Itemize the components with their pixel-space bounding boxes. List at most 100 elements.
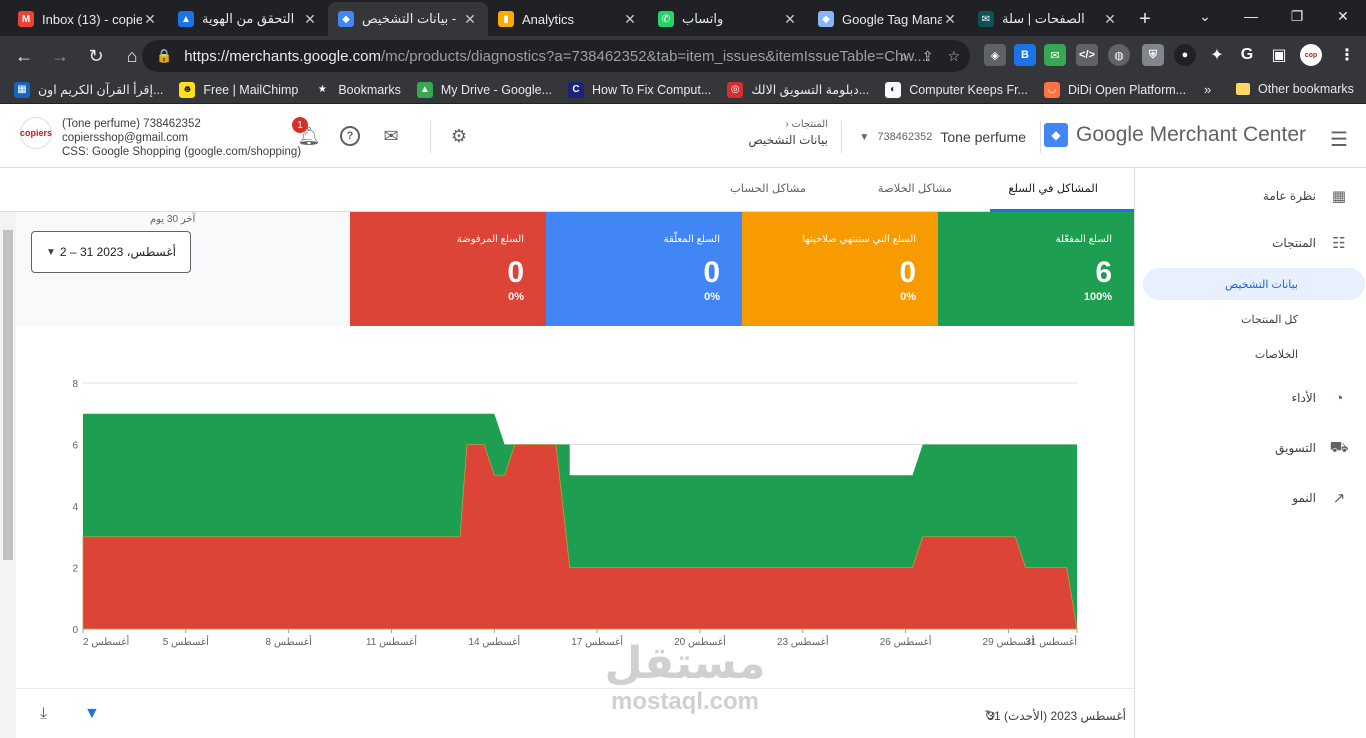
sidebar-item-performance[interactable]: الأداء ◔ — [1292, 389, 1349, 407]
browser-tab[interactable]: ▮ Analytics ✕ — [488, 2, 648, 36]
bookmark-item[interactable]: ◡ DiDi Open Platform... — [1044, 81, 1186, 98]
sidebar-item-feeds[interactable]: الخلاصات — [1255, 348, 1298, 361]
google-icon[interactable]: G — [1236, 44, 1258, 66]
close-tab-icon[interactable]: ✕ — [622, 11, 638, 28]
product-name: Google Merchant Center — [1076, 123, 1306, 146]
puzzle-icon[interactable]: ✦ — [1206, 44, 1228, 66]
bookmark-item[interactable]: ★ Bookmarks — [314, 81, 401, 98]
browser-tab[interactable]: ▲ التحقق من الهوية ✕ — [168, 2, 328, 36]
close-tab-icon[interactable]: ✕ — [142, 11, 158, 28]
bookmark-favicon-icon: ◎ — [727, 81, 744, 98]
bookmark-item[interactable]: ☻ Free | MailChimp — [179, 81, 298, 98]
extension-icon[interactable]: ✉ — [1044, 44, 1066, 66]
download-icon[interactable]: ⤓ — [40, 705, 47, 723]
account-switcher[interactable]: ▼ 738462352 Tone perfume — [859, 129, 1026, 145]
bookmark-star-icon[interactable]: ☆ — [947, 48, 960, 65]
reload-icon[interactable]: ↻ — [80, 40, 112, 72]
browser-tab[interactable]: ◆ Google Tag Mana ✕ — [808, 2, 968, 36]
new-tab-button[interactable]: + — [1128, 2, 1162, 36]
breadcrumb-arrow-icon: › — [785, 119, 789, 130]
lock-icon[interactable]: 🔒 — [156, 48, 172, 64]
sidebar-item-overview[interactable]: نظرة عامة ▦ — [1263, 187, 1348, 205]
bookmark-item[interactable]: ◐ Computer Keeps Fr... — [885, 81, 1028, 98]
x-tick-label: 2 أغسطس — [83, 635, 129, 648]
card-value: 0 — [703, 256, 720, 289]
sidebar-item-products[interactable]: المنتجات ☷ — [1272, 234, 1348, 252]
close-tab-icon[interactable]: ✕ — [302, 11, 318, 28]
browser-tab[interactable]: ✆ واتساب ✕ — [648, 2, 808, 36]
extension-icon[interactable]: ◈ — [984, 44, 1006, 66]
merchant-info[interactable]: copiers (Tone perfume) 738462352 copiers… — [20, 117, 301, 159]
minimize-button[interactable]: — — [1228, 0, 1274, 32]
help-icon[interactable]: ? — [340, 126, 360, 146]
notifications-bell-icon[interactable]: 🔔︎ 1 — [292, 117, 322, 149]
bookmark-item[interactable]: ◎ دبلومة التسويق الالك... — [727, 81, 869, 98]
card-value: 0 — [507, 256, 524, 289]
summary-card-expiring[interactable]: السلع التي ستنتهي صلاحيتها 0 0% — [742, 212, 938, 326]
item-status-chart: 0 2 4 6 8 2 أغسطس 5 أغسطس 8 أغسطس 11 أغسطس 14 أغس… — [72, 379, 1078, 648]
summary-card-active[interactable]: السلع المفعّلة 6 100% — [938, 212, 1134, 326]
summary-card-disapproved[interactable]: السلع المرفوضة 0 0% — [350, 212, 546, 326]
tab-item-issues[interactable]: المشاكل في السلع — [1008, 181, 1098, 195]
settings-gear-icon[interactable]: ⚙ — [446, 123, 472, 149]
other-bookmarks[interactable]: Other bookmarks — [1236, 82, 1354, 96]
trending-up-icon: ↗ — [1332, 490, 1346, 507]
close-tab-icon[interactable]: ✕ — [462, 11, 478, 28]
chevron-down-icon: ▼ — [859, 131, 870, 143]
bookmark-favicon-icon: ☻ — [179, 81, 196, 98]
zoom-icon[interactable]: ⌕ — [900, 48, 908, 65]
extension-icon[interactable]: </> — [1076, 44, 1098, 66]
address-bar[interactable]: 🔒 https://merchants.google.com/mc/produc… — [142, 40, 970, 72]
browser-tab-title: Inbox (13) - copie — [42, 11, 142, 27]
sidebar-item-all-products[interactable]: كل المنتجات — [1241, 313, 1298, 326]
browser-tab[interactable]: M Inbox (13) - copie ✕ — [8, 2, 168, 36]
dropdown-arrow-icon: ▼ — [46, 246, 56, 258]
breadcrumb-parent[interactable]: المنتجات — [791, 119, 828, 130]
browser-tab[interactable]: ✉ الصفحات | سلة ✕ — [968, 2, 1128, 36]
tab-feed-issues[interactable]: مشاكل الخلاصة — [878, 181, 952, 195]
sidebar-item-growth[interactable]: النمو ↗ — [1292, 489, 1348, 507]
close-tab-icon[interactable]: ✕ — [942, 11, 958, 28]
tab-search-icon[interactable]: ⌄ — [1182, 0, 1228, 32]
summary-card-pending[interactable]: السلع المعلّقة 0 0% — [546, 212, 742, 326]
date-range-picker[interactable]: ▼ 2 – 31 أغسطس، 2023 — [31, 231, 191, 273]
close-tab-icon[interactable]: ✕ — [782, 11, 798, 28]
menu-dots-icon[interactable]: ⋮ — [1336, 44, 1358, 66]
restore-button[interactable]: ❐ — [1274, 0, 1320, 32]
sidepanel-icon[interactable]: ▣ — [1268, 44, 1290, 66]
sidebar-item-diagnostics[interactable]: بيانات التشخيص — [1225, 278, 1298, 291]
bookmark-favicon-icon: ▦ — [14, 81, 30, 98]
bookmark-item[interactable]: ▲ My Drive - Google... — [416, 81, 552, 98]
merchant-email: copiersshop@gmail.com — [62, 132, 189, 144]
forward-icon[interactable]: → — [44, 40, 76, 72]
card-label: السلع المعلّقة — [663, 234, 720, 245]
back-icon[interactable]: ← — [8, 40, 40, 72]
share-icon[interactable]: ⇪ — [922, 48, 934, 65]
card-value: 0 — [899, 256, 916, 289]
browser-toolbar: ← → ↻ ⌂ 🔒 https://merchants.google.com/m… — [0, 36, 1366, 76]
tab-account-issues[interactable]: مشاكل الحساب — [730, 181, 806, 195]
bookmarks-overflow[interactable]: » — [1204, 82, 1211, 97]
extension-icon[interactable]: ● — [1174, 44, 1196, 66]
card-label: السلع التي ستنتهي صلاحيتها — [802, 234, 916, 245]
scrollbar-thumb[interactable] — [3, 230, 13, 560]
sidebar-item-marketing[interactable]: التسويق ⛟ — [1275, 439, 1348, 457]
x-tick-label: 11 أغسطس — [366, 635, 417, 648]
merchant-logo: copiers — [20, 117, 52, 149]
browser-tab[interactable]: ◆ بيانات التشخيص - ✕ — [328, 2, 488, 36]
extension-icon[interactable]: ◍ — [1108, 44, 1130, 66]
bookmark-favicon-icon: ◐ — [885, 81, 902, 98]
filter-icon[interactable]: ▼ — [84, 705, 100, 723]
bookmark-item[interactable]: ▦ إقرأ القرآن الكريم اون... — [14, 81, 163, 98]
mail-icon[interactable]: ✉ — [378, 123, 404, 149]
scrollbar[interactable] — [0, 212, 16, 738]
merchant-account-line: (Tone perfume) 738462352 — [62, 118, 201, 130]
extension-icon[interactable]: B — [1014, 44, 1036, 66]
close-window-button[interactable]: ✕ — [1320, 0, 1366, 32]
profile-avatar[interactable]: cop — [1300, 44, 1322, 66]
menu-icon[interactable]: ☰ — [1330, 127, 1348, 152]
close-tab-icon[interactable]: ✕ — [1102, 11, 1118, 28]
bookmark-item[interactable]: C How To Fix Comput... — [568, 81, 711, 98]
shield-icon[interactable]: ⛨ — [1142, 44, 1164, 66]
y-tick-label: 6 — [72, 441, 78, 452]
